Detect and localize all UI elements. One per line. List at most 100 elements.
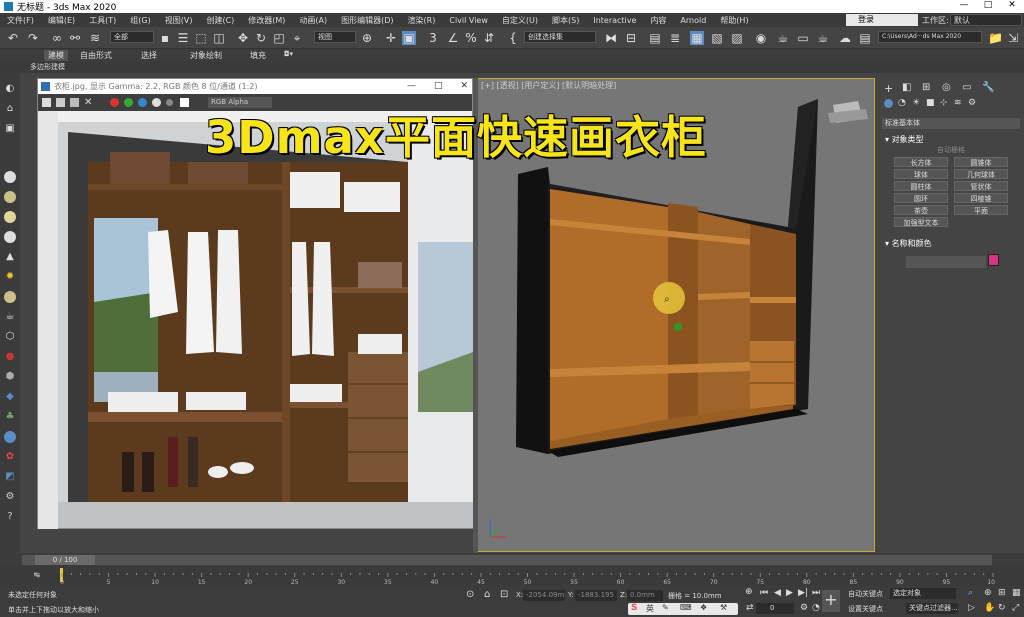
isolate-icon[interactable]: ⌂ (484, 589, 490, 600)
helpers-icon[interactable]: ⊹ (940, 98, 948, 108)
spacewarps-icon[interactable]: ≋ (954, 98, 962, 108)
clone-window-icon[interactable] (70, 98, 79, 107)
select-rotate-icon[interactable]: ↻ (254, 31, 268, 45)
key-filters-button[interactable]: 关键点过滤器... (906, 603, 958, 614)
zoom-icon-nav[interactable]: ⌕ (968, 588, 973, 598)
ribbon-toggle-icon[interactable]: ▦ (690, 31, 704, 45)
minimize-button[interactable]: — (952, 0, 976, 10)
cylinder-shape-icon[interactable] (4, 211, 16, 223)
mono-channel-icon[interactable] (166, 99, 173, 106)
select-by-name-icon[interactable]: ☰ (176, 31, 190, 45)
ribbon-tab-freeform[interactable]: 自由形式 (80, 50, 112, 61)
menu-help[interactable]: 帮助(H) (713, 15, 755, 26)
select-place-icon[interactable]: ⌖ (290, 31, 304, 45)
z-coord-field[interactable]: 0.0mm (627, 590, 663, 601)
create-tab-icon[interactable]: + (884, 82, 893, 95)
a360-gallery-icon[interactable]: ▤ (858, 31, 872, 45)
maximize-viewport-icon[interactable]: ⤢ (1012, 603, 1019, 613)
shapes-icon[interactable]: ◔ (898, 98, 906, 108)
menu-arnold[interactable]: Arnold (673, 16, 713, 25)
ribbon-tab-object-paint[interactable]: 对象绘制 (190, 50, 222, 61)
help-icon[interactable]: ? (4, 511, 16, 523)
ime-toolbar[interactable]: S 英 ✎ ⌨ ❖ ⚒ (628, 603, 738, 615)
time-config-icon[interactable]: ⚙ (800, 603, 808, 613)
material-editor-icon[interactable]: ◉ (754, 31, 768, 45)
menu-tools[interactable]: 工具(T) (82, 15, 123, 26)
schematic-view-icon[interactable]: ▨ (730, 31, 744, 45)
ribbon-tab-populate[interactable]: 填充 (250, 50, 266, 61)
box-button[interactable]: 长方体 (894, 157, 948, 167)
menu-interactive[interactable]: Interactive (586, 16, 643, 25)
render-cloud-icon[interactable]: ☁ (838, 31, 852, 45)
keyboard-shortcut-icon[interactable]: ▣ (402, 31, 416, 45)
set-project-icon[interactable]: 📁 (988, 31, 1003, 45)
play-icon[interactable]: ▶ (786, 588, 793, 598)
ribbon-options-icon[interactable]: ◘▾ (284, 50, 293, 58)
sphere-shape-icon[interactable] (4, 191, 16, 203)
viewport-layout-icon[interactable]: ◐ (4, 83, 16, 95)
clear-icon[interactable]: ✕ (84, 98, 93, 108)
select-object-icon[interactable]: ▪ (158, 31, 172, 45)
next-frame-icon[interactable]: ▶| (798, 588, 808, 598)
menu-create[interactable]: 创建(C) (199, 15, 241, 26)
key-selection-select[interactable]: 选定对象 (890, 588, 956, 599)
geometry-icon[interactable] (884, 99, 893, 108)
capsule-icon[interactable]: ● (4, 351, 16, 363)
menu-customize[interactable]: 自定义(U) (495, 15, 545, 26)
sun-icon[interactable]: ✹ (4, 271, 16, 283)
textplus-button[interactable]: 加强型文本 (894, 217, 948, 227)
snaps-toggle-icon[interactable]: 3 (426, 31, 440, 45)
login-button[interactable]: 登录 (846, 14, 918, 26)
project-folder-icon[interactable]: ⇲ (1006, 31, 1020, 45)
ribbon-tab-modeling[interactable]: 建模 (44, 50, 68, 61)
lock-selection-icon[interactable]: ⊙ (466, 589, 474, 600)
close-button[interactable]: ✕ (1000, 0, 1024, 10)
alpha-channel-icon[interactable] (152, 98, 161, 107)
viewport-label[interactable]: [+] [透视] [用户定义] [默认明暗处理] (481, 80, 616, 91)
track-bar-icon[interactable]: ↹ (34, 571, 40, 579)
layer-explorer-icon[interactable]: ≣ (668, 31, 682, 45)
cone-shape-icon[interactable]: ▲ (4, 251, 16, 263)
vfb-close-button[interactable]: ✕ (460, 79, 468, 94)
render-setup-icon[interactable]: ☕ (776, 31, 790, 45)
copy-image-icon[interactable] (56, 98, 65, 107)
ime-punct-icon[interactable]: ✎ (662, 603, 669, 612)
pyramid-button[interactable]: 四棱锥 (954, 193, 1008, 203)
cameras-icon[interactable]: ■ (926, 98, 935, 108)
utilities-tab-icon[interactable]: 🔧 (982, 82, 994, 93)
motion-tab-icon[interactable]: ◎ (942, 82, 951, 93)
zoom-extents-icon[interactable]: ⊞ (998, 588, 1006, 598)
plant-icon[interactable]: ♣ (4, 411, 16, 423)
red-channel-icon[interactable] (110, 98, 119, 107)
edit-named-sel-icon[interactable]: { (506, 31, 520, 45)
object-color-swatch[interactable] (988, 254, 999, 266)
ribbon-sub-label[interactable]: 多边形建模 (30, 63, 65, 71)
set-key-button[interactable]: + (822, 590, 840, 612)
lights-icon[interactable]: ☀ (912, 98, 920, 108)
swatch-icon[interactable] (180, 98, 189, 107)
spinner-snap-icon[interactable]: ⇵ (482, 31, 496, 45)
ribbon-tab-selection[interactable]: 选择 (141, 50, 157, 61)
zoom-all-icon[interactable]: ⊕ (984, 588, 992, 598)
color-palette-icon[interactable]: ✿ (4, 451, 16, 463)
zoom-extents-all-icon[interactable]: ▦ (1012, 588, 1021, 598)
goto-start-icon[interactable]: ⏮ (760, 588, 768, 598)
y-coord-field[interactable]: -1883.195 (575, 590, 617, 601)
blue-channel-icon[interactable] (138, 98, 147, 107)
selection-filter[interactable]: 全部 (110, 31, 154, 43)
ime-keyboard-icon[interactable]: ⌨ (680, 603, 692, 612)
teapot-button[interactable]: 茶壶 (894, 205, 948, 215)
pan-icon[interactable]: ✋ (984, 603, 995, 613)
systems-icon[interactable]: ⚙ (968, 98, 976, 108)
x-coord-field[interactable]: -2054.09m (523, 590, 565, 601)
menu-graph-editors[interactable]: 图形编辑器(D) (334, 15, 400, 26)
teapot-icon[interactable]: ☕ (4, 311, 16, 323)
cylinder-button[interactable]: 圆柱体 (894, 181, 948, 191)
sphere-button[interactable]: 球体 (894, 169, 948, 179)
ime-tools-icon[interactable]: ⚒ (720, 603, 727, 612)
menu-scripting[interactable]: 脚本(S) (545, 15, 586, 26)
name-color-header[interactable]: ▾ 名称和颜色 (882, 238, 1020, 249)
save-image-icon[interactable] (42, 98, 51, 107)
select-move-icon[interactable]: ✥ (236, 31, 250, 45)
mirror-icon[interactable]: ⧓ (604, 31, 618, 45)
